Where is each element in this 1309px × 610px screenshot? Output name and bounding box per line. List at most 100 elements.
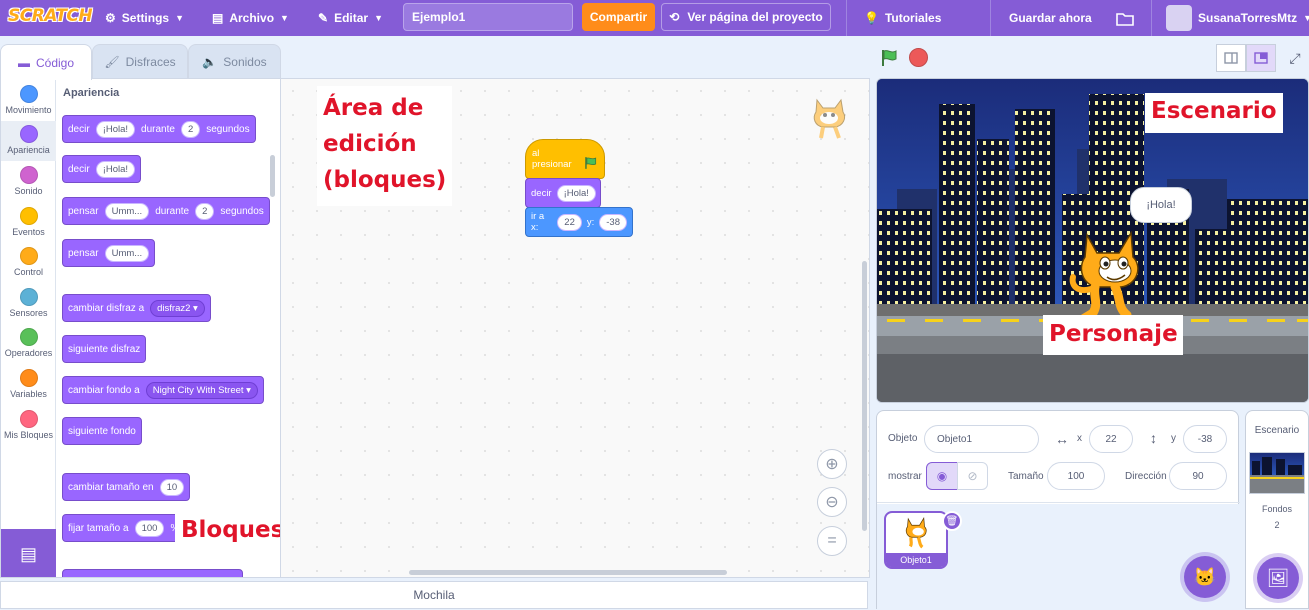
category-operators[interactable]: Operadores xyxy=(1,324,56,364)
block-input[interactable]: 22 xyxy=(557,213,582,231)
stage-panel-title: Escenario xyxy=(1254,425,1300,436)
block-input[interactable]: 10 xyxy=(159,478,185,496)
x-label: x xyxy=(1077,433,1082,444)
my-stuff-folder-icon[interactable] xyxy=(1116,0,1134,36)
block-think-for-secs[interactable]: pensar Umm... durante 2 segundos xyxy=(62,197,270,225)
block-input[interactable]: 100 xyxy=(134,519,165,537)
normal-stage-button[interactable] xyxy=(1246,44,1276,72)
choose-backdrop-button[interactable]: 🖼 xyxy=(1257,557,1299,599)
fullscreen-button[interactable]: ⤢ xyxy=(1280,44,1309,72)
see-project-page-button[interactable]: ⟲ Ver página del proyecto xyxy=(661,3,831,31)
account-menu[interactable]: SusanaTorresMtz ▼ xyxy=(1166,0,1309,36)
category-motion[interactable]: Movimiento xyxy=(1,81,56,121)
trash-icon: 🗑 xyxy=(945,515,959,527)
y-position-input[interactable]: -38 xyxy=(1183,425,1227,453)
share-button[interactable]: Compartir xyxy=(582,3,655,31)
settings-menu[interactable]: ⚙ Settings ▼ xyxy=(105,0,184,36)
block-dropdown[interactable]: disfraz2 ▾ xyxy=(150,299,205,317)
category-looks[interactable]: Apariencia xyxy=(1,121,56,161)
file-menu[interactable]: ▤ Archivo ▼ xyxy=(212,0,289,36)
category-my-blocks[interactable]: Mis Bloques xyxy=(1,406,56,446)
block-text: pensar xyxy=(68,247,99,259)
small-stage-button[interactable] xyxy=(1216,44,1246,72)
delete-sprite-button[interactable]: 🗑 xyxy=(942,511,962,531)
go-to-xy-block[interactable]: ir a x: 22 y: -38 xyxy=(525,207,633,237)
block-text: durante xyxy=(141,123,175,135)
workspace-vertical-scrollbar[interactable] xyxy=(862,261,867,531)
sprite-name-input[interactable]: Objeto1 xyxy=(924,425,1039,453)
tab-costumes[interactable]: 🖌 Disfraces xyxy=(92,44,188,78)
stage-selector[interactable]: Escenario Fondos 2 🖼 xyxy=(1245,410,1309,609)
size-input[interactable]: 100 xyxy=(1047,462,1105,490)
project-title-input[interactable]: Ejemplo1 xyxy=(403,3,573,31)
block-switch-backdrop[interactable]: cambiar fondo a Night City With Street ▾ xyxy=(62,376,264,404)
tab-code[interactable]: ▬ Código xyxy=(0,44,92,80)
zoom-reset-button[interactable]: = xyxy=(817,526,847,556)
green-flag-run-button[interactable] xyxy=(880,48,900,68)
workspace-horizontal-scrollbar[interactable] xyxy=(409,570,727,575)
block-partial[interactable] xyxy=(62,569,243,577)
block-set-size[interactable]: fijar tamaño a 100 % xyxy=(62,514,186,542)
block-change-size[interactable]: cambiar tamaño en 10 xyxy=(62,473,191,501)
add-extension-button[interactable]: ▤ xyxy=(1,529,56,577)
category-events[interactable]: Eventos xyxy=(1,203,56,243)
category-sound[interactable]: Sonido xyxy=(1,162,56,202)
block-input[interactable]: 2 xyxy=(180,120,201,138)
x-position-input[interactable]: 22 xyxy=(1089,425,1133,453)
block-dropdown[interactable]: Night City With Street ▾ xyxy=(145,381,258,399)
category-dot-icon xyxy=(19,328,38,346)
eye-icon: ◉ xyxy=(936,469,948,483)
edit-menu[interactable]: ✎ Editar ▼ xyxy=(318,0,383,36)
category-sensing[interactable]: Sensores xyxy=(1,284,56,324)
direction-input[interactable]: 90 xyxy=(1169,462,1227,490)
block-input[interactable]: Umm... xyxy=(104,244,150,262)
chevron-down-icon: ▼ xyxy=(374,13,383,23)
backpack-bar[interactable]: Mochila xyxy=(0,581,868,609)
block-input[interactable]: -38 xyxy=(599,213,627,231)
tab-sounds[interactable]: 🔈 Sonidos xyxy=(188,44,281,78)
block-input[interactable]: ¡Hola! xyxy=(95,160,136,178)
when-flag-clicked-block[interactable]: al presionar xyxy=(525,139,605,179)
night-city-thumbnail-icon xyxy=(1250,457,1304,479)
block-input[interactable]: 2 xyxy=(195,202,215,220)
menu-divider xyxy=(990,0,991,36)
block-think[interactable]: pensar Umm... xyxy=(62,239,156,267)
eye-hidden-icon: ⊘ xyxy=(967,469,978,483)
block-input[interactable]: Umm... xyxy=(104,202,150,220)
palette-scrollbar[interactable] xyxy=(270,155,275,197)
choose-sprite-button[interactable]: 🐱 xyxy=(1184,556,1226,598)
category-label: Variables xyxy=(10,389,47,399)
save-now-button[interactable]: Guardar ahora xyxy=(1009,0,1092,36)
zoom-in-button[interactable]: ⊕ xyxy=(817,449,847,479)
block-input[interactable]: ¡Hola! xyxy=(556,184,596,202)
category-control[interactable]: Control xyxy=(1,243,56,283)
category-label: Sonido xyxy=(14,186,43,196)
stop-button[interactable] xyxy=(909,48,928,67)
backdrop-thumbnail xyxy=(1249,452,1305,494)
block-say-for-secs[interactable]: decir ¡Hola! durante 2 segundos xyxy=(62,115,256,143)
swap-arrows-icon: ⟲ xyxy=(669,10,680,24)
tutorials-menu[interactable]: 💡 Tutoriales xyxy=(864,0,941,36)
category-variables[interactable]: Variables xyxy=(1,365,56,405)
zoom-out-button[interactable]: ⊖ xyxy=(817,487,847,517)
show-visible-button[interactable]: ◉ xyxy=(926,462,958,490)
dropdown-value: Night City With Street xyxy=(152,384,244,396)
block-say[interactable]: decir ¡Hola! xyxy=(62,155,142,183)
block-next-backdrop[interactable]: siguiente fondo xyxy=(62,417,142,445)
block-input[interactable]: ¡Hola! xyxy=(95,120,136,138)
hide-button[interactable]: ⊘ xyxy=(957,462,988,490)
say-block[interactable]: decir ¡Hola! xyxy=(525,178,601,208)
block-text: segundos xyxy=(206,123,250,135)
triangle-down-icon: ▾ xyxy=(193,302,198,314)
scratch-logo[interactable]: SCRATCH xyxy=(8,6,93,30)
stage[interactable]: ¡Hola! Escenario Personaje xyxy=(876,78,1309,403)
category-label: Apariencia xyxy=(7,145,50,155)
code-workspace[interactable]: Área de edición (bloques) al presionar d… xyxy=(280,78,870,578)
cat-sprite[interactable] xyxy=(1069,227,1149,323)
block-next-costume[interactable]: siguiente disfraz xyxy=(62,335,147,363)
brush-icon: 🖌 xyxy=(104,54,120,69)
object-label: Objeto xyxy=(888,433,918,444)
block-switch-costume[interactable]: cambiar disfraz a disfraz2 ▾ xyxy=(62,294,211,322)
normal-stage-icon xyxy=(1254,52,1268,64)
sprite-thumbnail[interactable]: Objeto1 🗑 xyxy=(884,511,962,569)
